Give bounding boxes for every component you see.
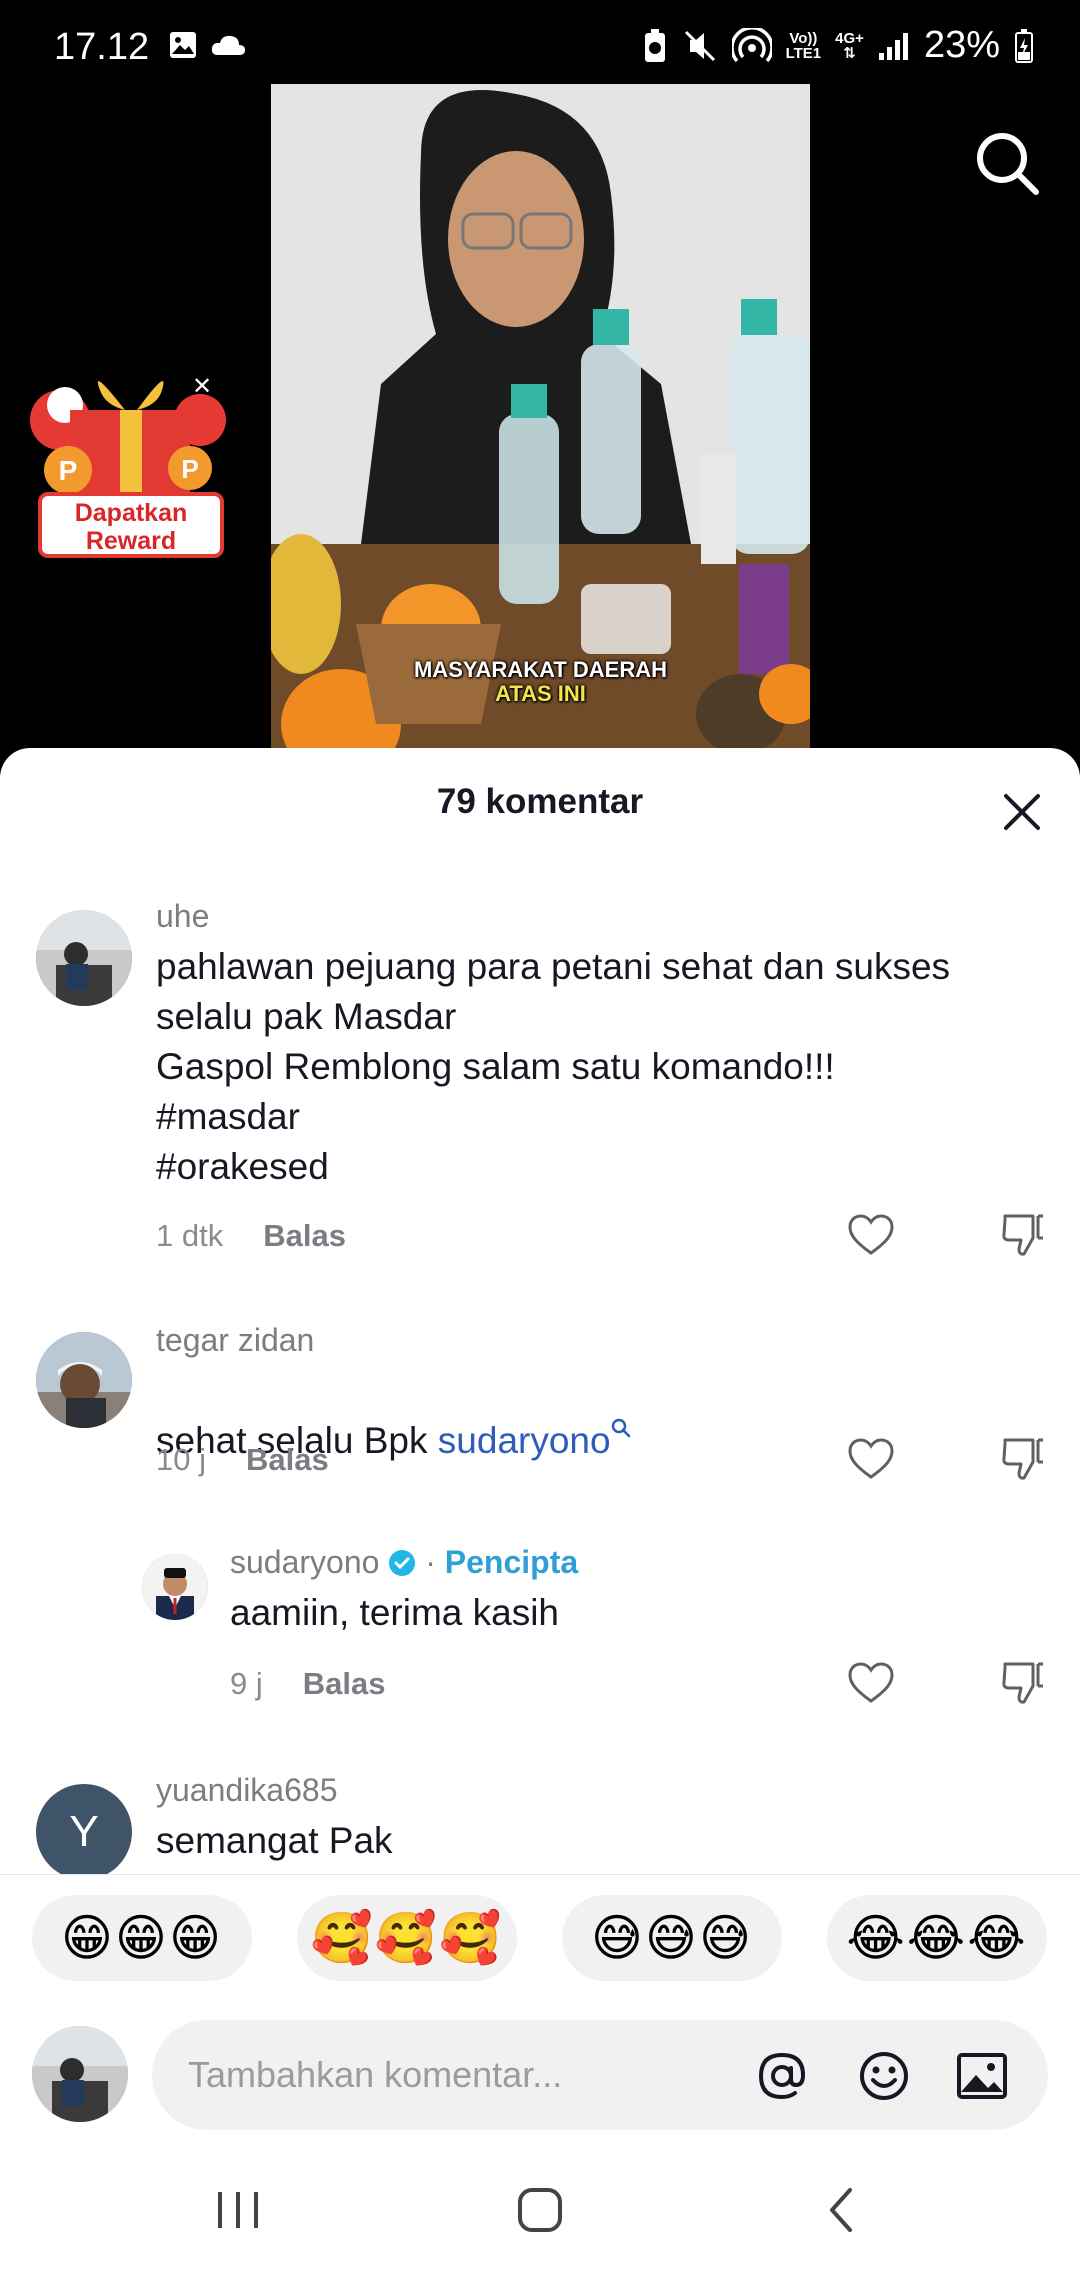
mention-link[interactable]: sudaryono	[438, 1420, 611, 1461]
comment-username[interactable]: yuandika685	[156, 1772, 337, 1809]
image-icon[interactable]	[954, 2048, 1010, 2104]
creator-badge: Pencipta	[444, 1544, 579, 1580]
emoji-suggestion[interactable]: 🥰🥰🥰	[297, 1895, 517, 1981]
video-frame-image	[271, 84, 810, 754]
comment-input-row	[0, 1996, 1080, 2136]
svg-text:P: P	[59, 455, 78, 486]
reward-close-icon[interactable]: ✕	[192, 372, 212, 401]
cloud-icon	[211, 35, 245, 55]
heart-icon[interactable]	[848, 1662, 894, 1704]
reward-label-line2: Reward	[85, 527, 177, 555]
avatar[interactable]	[36, 910, 132, 1006]
comment-meta: 1 dtk Balas	[156, 1218, 346, 1254]
dislike-icon[interactable]	[1000, 1436, 1046, 1482]
reply-button[interactable]: Balas	[263, 1218, 346, 1253]
status-time: 17.12	[54, 26, 150, 68]
reward-label-line1: Dapatkan	[74, 499, 188, 527]
battery-saver-icon	[644, 28, 665, 62]
status-notification-icons	[168, 30, 246, 60]
video-player[interactable]: MASYARAKAT DAERAH ATAS INI	[271, 84, 810, 754]
avatar[interactable]	[36, 1332, 132, 1428]
comment-input[interactable]	[188, 2048, 728, 2102]
comment-text: aamiin, terima kasih	[230, 1592, 560, 1633]
comment-text: pahlawan pejuang para petani sehat dan s…	[156, 946, 951, 1187]
search-icon[interactable]	[972, 128, 1042, 198]
status-bar: 17.12 Vo)) LTE1 4G+ ⇅ 23%	[0, 0, 1080, 90]
current-user-avatar	[32, 2026, 128, 2122]
comment-meta: 9 j Balas	[230, 1666, 385, 1702]
status-system-icons: Vo)) LTE1 4G+ ⇅ 23%	[642, 24, 1034, 67]
reply-button[interactable]: Balas	[303, 1666, 386, 1701]
comment-time: 1 dtk	[156, 1218, 224, 1253]
comment-time: 10 j	[156, 1442, 206, 1477]
search-icon[interactable]	[611, 1418, 631, 1438]
avatar[interactable]: Y	[36, 1784, 132, 1880]
dislike-icon[interactable]	[1000, 1660, 1046, 1706]
emoji-suggestion[interactable]: 😂😂😂	[827, 1895, 1047, 1981]
comments-count-title: 79 komentar	[436, 782, 644, 821]
avatar-letter: Y	[69, 1807, 99, 1856]
comment-username[interactable]: tegar zidan	[156, 1322, 314, 1359]
avatar[interactable]	[142, 1554, 208, 1620]
comment-username[interactable]: sudaryono	[230, 1544, 379, 1580]
emoji-suggestion[interactable]: 😁😁😁	[32, 1895, 252, 1981]
volte-indicator: Vo)) LTE1	[785, 29, 822, 62]
emoji-suggestion[interactable]: 😅😅😅	[562, 1895, 782, 1981]
svg-text:P: P	[181, 454, 198, 484]
comment-input-box[interactable]	[152, 2020, 1048, 2130]
network-type-indicator: 4G+ ⇅	[835, 29, 864, 62]
video-caption: MASYARAKAT DAERAH ATAS INI	[271, 658, 810, 706]
reward-label: Dapatkan Reward	[38, 492, 224, 558]
gallery-icon	[170, 32, 196, 58]
battery-percent: 23%	[923, 24, 1000, 66]
heart-icon[interactable]	[848, 1438, 894, 1480]
comment-meta: 10 j Balas	[156, 1442, 329, 1478]
system-nav-bar	[0, 2136, 1080, 2280]
video-caption-line2: ATAS INI	[495, 681, 586, 706]
verified-icon	[389, 1550, 416, 1576]
emoji-icon[interactable]	[856, 2048, 912, 2104]
back-icon[interactable]	[812, 2180, 872, 2240]
emoji-suggestions: 😁😁😁 🥰🥰🥰 😅😅😅 😂😂😂	[0, 1874, 1080, 1984]
comments-sheet: 79 komentar uhe pahlawan pejuang para pe…	[0, 748, 1080, 2280]
reply-username-row: sudaryono · Pencipta	[230, 1544, 579, 1580]
home-icon[interactable]	[510, 2180, 570, 2240]
comment-username[interactable]: uhe	[156, 898, 209, 935]
mute-icon	[684, 30, 715, 61]
comment-time: 9 j	[230, 1666, 263, 1701]
video-caption-line1: MASYARAKAT DAERAH	[413, 657, 667, 682]
close-icon[interactable]	[998, 788, 1046, 836]
recent-apps-icon[interactable]	[208, 2180, 268, 2240]
heart-icon[interactable]	[848, 1214, 894, 1256]
signal-icon	[878, 32, 908, 60]
hotspot-icon	[731, 27, 772, 62]
comment-text: semangat Pak	[156, 1820, 393, 1861]
reply-button[interactable]: Balas	[246, 1442, 329, 1477]
at-icon[interactable]	[754, 2048, 810, 2104]
battery-icon	[1015, 28, 1033, 63]
dislike-icon[interactable]	[1000, 1212, 1046, 1258]
